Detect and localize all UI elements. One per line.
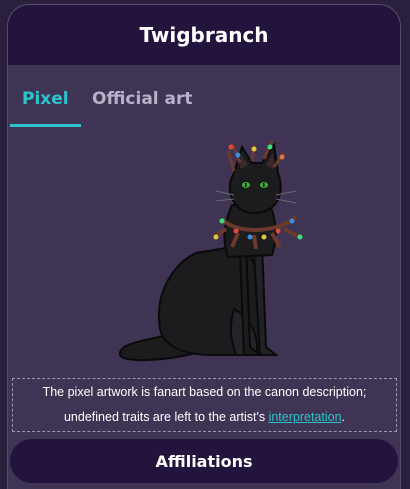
active-tab-indicator	[10, 124, 81, 127]
fanart-disclaimer: The pixel artwork is fanart based on the…	[12, 378, 397, 432]
tab-pixel[interactable]: Pixel	[22, 89, 69, 109]
disclaimer-line-2: undefined traits are left to the artist'…	[63, 410, 269, 424]
cat-artwork	[118, 140, 303, 362]
title-bar: Twigbranch	[8, 5, 400, 65]
tab-official-art[interactable]: Official art	[92, 89, 193, 109]
interpretation-link[interactable]: interpretation	[269, 410, 342, 424]
affiliations-button[interactable]: Affiliations	[10, 439, 398, 483]
art-tabs: Pixel Official art	[8, 65, 400, 131]
disclaimer-line-1: The pixel artwork is fanart based on the…	[42, 385, 367, 399]
character-card: Twigbranch Pixel Official art The pixel …	[7, 4, 401, 489]
character-name: Twigbranch	[139, 23, 269, 47]
disclaimer-period: .	[341, 410, 346, 424]
